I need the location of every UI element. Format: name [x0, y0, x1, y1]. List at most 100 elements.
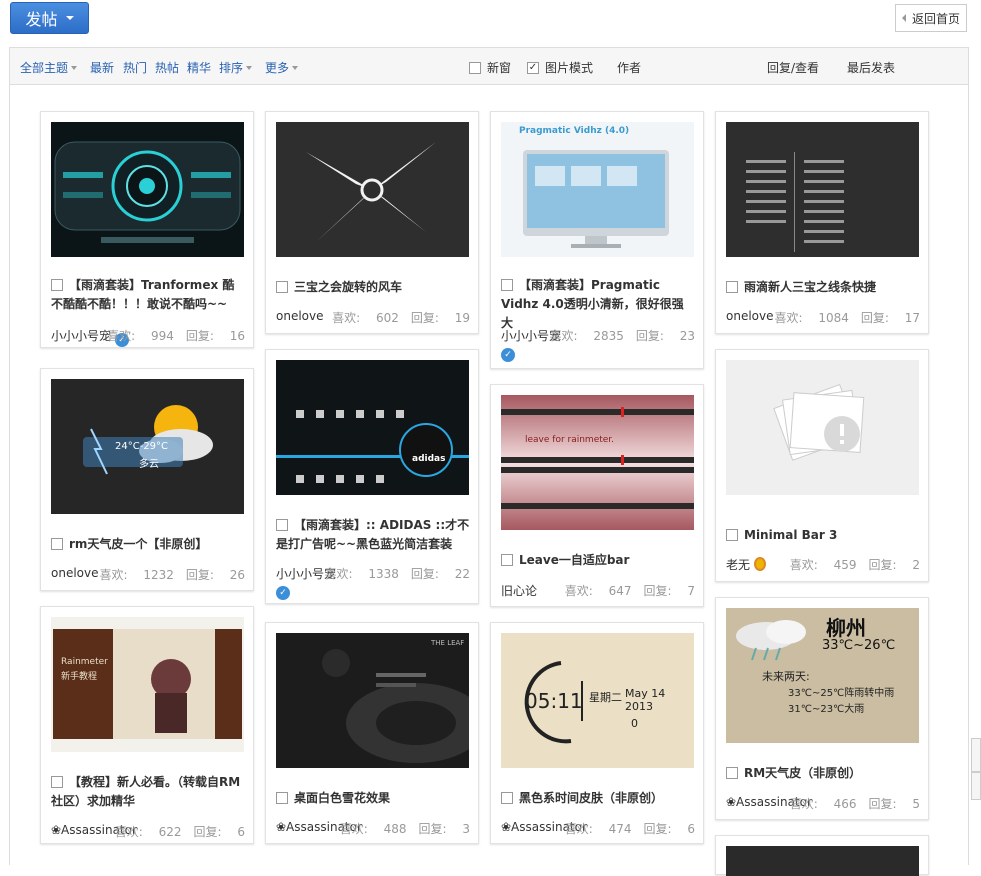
thumbnail-city-weather[interactable]: 柳州 33℃~26℃ 未来两天: 33℃~25℃阵雨转中雨 31℃~23℃大雨: [726, 608, 919, 743]
select-checkbox[interactable]: [726, 281, 738, 293]
likes-prefix: 喜欢:: [564, 822, 597, 836]
post-title[interactable]: Minimal Bar 3: [726, 526, 920, 545]
column-last-post[interactable]: 最后发表: [847, 59, 895, 76]
filter-more[interactable]: 更多: [265, 59, 299, 76]
likes-value: 474: [608, 822, 632, 836]
author-link[interactable]: 旧心论: [501, 584, 537, 598]
thumbnail-clock[interactable]: 05:11 星期二 May 14 2013 0: [501, 633, 694, 768]
thumbnail-pragmatic[interactable]: Pragmatic Vidhz (4.0): [501, 122, 694, 257]
filter-hot-posts[interactable]: 热帖: [155, 59, 179, 76]
select-checkbox[interactable]: [51, 776, 63, 788]
clock-day: 星期二: [589, 691, 622, 704]
likes-count: 喜欢: 1084: [774, 311, 848, 325]
author-link[interactable]: 老无: [726, 558, 750, 572]
post-card[interactable]: 雨滴新人三宝之线条快捷 onelove 喜欢: 1084 回复: 17: [715, 111, 929, 334]
select-checkbox[interactable]: [276, 281, 288, 293]
likes-prefix: 喜欢:: [789, 797, 822, 811]
new-window-toggle[interactable]: 新窗: [469, 59, 511, 76]
thumbnail-lines[interactable]: [726, 122, 919, 257]
post-title[interactable]: 【雨滴套装】Pragmatic Vidhz 4.0透明小清新，很好很强大: [501, 276, 695, 333]
post-title[interactable]: rm天气皮一个【非原创】: [51, 535, 245, 554]
new-window-checkbox[interactable]: [469, 61, 481, 74]
weather-description: 多云: [139, 459, 159, 470]
side-tool-button[interactable]: [971, 738, 981, 772]
post-meta: ❀Assassinator 喜欢: 474 回复: 6: [501, 820, 695, 836]
select-checkbox[interactable]: [501, 279, 513, 291]
post-meta: 小小小号宠 ✓ 喜欢: 994 回复: 16: [51, 327, 245, 347]
post-card[interactable]: [715, 835, 929, 876]
likes-count: 喜欢: 2835: [549, 329, 623, 343]
select-checkbox[interactable]: [51, 538, 63, 550]
likes-value: 459: [833, 558, 857, 572]
filter-bar: 全部主题 最新 热门 热帖 精华 排序 更多 新窗 ✓ 图片模式 作者 回复/查看…: [9, 47, 969, 85]
thumbnail-snow[interactable]: THE LEAF: [276, 633, 469, 768]
author-link[interactable]: onelove: [276, 309, 324, 323]
post-card[interactable]: leave for rainmeter. Leave一自适应bar 旧心论 喜欢:…: [490, 384, 704, 607]
select-checkbox[interactable]: [726, 529, 738, 541]
thumbnail-partial[interactable]: [726, 846, 919, 876]
post-card[interactable]: 三宝之会旋转的风车 onelove 喜欢: 602 回复: 19: [265, 111, 479, 334]
city-temperature: 33℃~26℃: [822, 638, 896, 653]
image-mode-toggle[interactable]: ✓ 图片模式: [527, 59, 593, 76]
likes-count: 喜欢: 1232: [99, 568, 173, 582]
column-author[interactable]: 作者: [617, 59, 641, 76]
thumbnail-windmill[interactable]: [276, 122, 469, 257]
post-title[interactable]: 三宝之会旋转的风车: [276, 278, 470, 297]
likes-prefix: 喜欢:: [99, 568, 132, 582]
post-title[interactable]: Leave一自适应bar: [501, 551, 695, 570]
post-title[interactable]: 【教程】新人必看。（转载自RM社区）求加精华: [51, 773, 245, 811]
post-card[interactable]: Rainmeter 新手教程 【教程】新人必看。（转载自RM社区）求加精华 ❀A…: [40, 606, 254, 844]
thumbnail-weather[interactable]: 24°C-29°C 多云: [51, 379, 244, 514]
author-link[interactable]: onelove: [51, 566, 99, 580]
filter-sort[interactable]: 排序: [219, 59, 253, 76]
thumbnail-adidas[interactable]: adidas: [276, 360, 469, 495]
replies-value: 7: [687, 584, 695, 598]
post-card[interactable]: 【雨滴套装】Tranformex 酷不酷酷不酷！！！敢说不酷吗~~ 小小小号宠 …: [40, 111, 254, 348]
post-card[interactable]: THE LEAF 桌面白色雪花效果 ❀Assassinator 喜欢: 488 回复…: [265, 622, 479, 844]
select-checkbox[interactable]: [51, 279, 63, 291]
post-title-text: 三宝之会旋转的风车: [294, 280, 403, 294]
thumbnail-leave[interactable]: leave for rainmeter.: [501, 395, 694, 530]
post-button[interactable]: 发帖: [10, 2, 89, 34]
post-card[interactable]: 柳州 33℃~26℃ 未来两天: 33℃~25℃阵雨转中雨 31℃~23℃大雨 …: [715, 597, 929, 820]
replies-prefix: 回复:: [635, 329, 668, 343]
post-title[interactable]: 桌面白色雪花效果: [276, 789, 470, 808]
back-home-button[interactable]: 返回首页: [895, 4, 967, 32]
column-reply-view[interactable]: 回复/查看: [767, 59, 819, 76]
side-tool-button[interactable]: [971, 772, 981, 800]
filter-more-label: 更多: [265, 61, 290, 75]
post-title[interactable]: 黑色系时间皮肤（非原创）: [501, 789, 695, 808]
chevron-left-icon: [901, 14, 906, 22]
select-checkbox[interactable]: [501, 792, 513, 804]
thumbnail-tranformex[interactable]: [51, 122, 244, 257]
thumbnail-placeholder[interactable]: [726, 360, 919, 495]
post-card[interactable]: adidas 【雨滴套装】:: ADIDAS ::才不是打广告呢~~黑色蓝光简洁…: [265, 349, 479, 604]
post-card[interactable]: 05:11 星期二 May 14 2013 0 黑色系时间皮肤（非原创） ❀As…: [490, 622, 704, 844]
post-title[interactable]: 【雨滴套装】Tranformex 酷不酷酷不酷！！！敢说不酷吗~~: [51, 276, 245, 314]
filter-hot[interactable]: 热门: [123, 59, 147, 76]
select-checkbox[interactable]: [726, 767, 738, 779]
filter-latest[interactable]: 最新: [90, 59, 114, 76]
likes-count: 喜欢: 994: [107, 329, 174, 343]
post-title[interactable]: RM天气皮（非原创）: [726, 764, 920, 783]
likes-count: 喜欢: 459: [790, 558, 857, 572]
replies-prefix: 回复:: [418, 822, 451, 836]
replies-value: 16: [229, 329, 245, 343]
post-card[interactable]: 24°C-29°C 多云 rm天气皮一个【非原创】 onelove 喜欢: 123…: [40, 368, 254, 591]
post-title[interactable]: 雨滴新人三宝之线条快捷: [726, 278, 920, 297]
select-checkbox[interactable]: [276, 792, 288, 804]
image-mode-checkbox[interactable]: ✓: [527, 61, 539, 74]
author-link[interactable]: 小小小号宠: [51, 329, 111, 343]
select-checkbox[interactable]: [276, 519, 288, 531]
post-title[interactable]: 【雨滴套装】:: ADIDAS ::才不是打广告呢~~黑色蓝光简洁套装: [276, 516, 470, 554]
filter-all-topics[interactable]: 全部主题: [20, 59, 78, 76]
select-checkbox[interactable]: [501, 554, 513, 566]
replies-count: 回复: 26: [186, 568, 245, 582]
author-link[interactable]: onelove: [726, 309, 774, 323]
filter-digest[interactable]: 精华: [187, 59, 211, 76]
post-card[interactable]: Pragmatic Vidhz (4.0) 【雨滴套装】Pragmatic Vi…: [490, 111, 704, 369]
chevron-down-icon: [292, 65, 299, 70]
post-card[interactable]: Minimal Bar 3 老无 喜欢: 459 回复: 2: [715, 349, 929, 582]
chevron-down-icon: [71, 65, 78, 70]
thumbnail-tutorial[interactable]: Rainmeter 新手教程: [51, 617, 244, 752]
